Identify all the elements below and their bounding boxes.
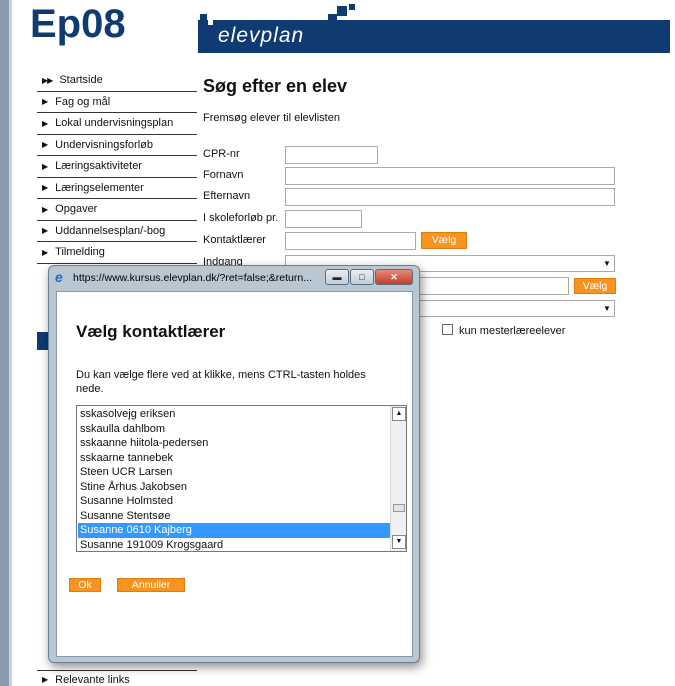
- popup-info-text: Du kan vælge flere ved at klikke, mens C…: [76, 369, 366, 395]
- arrow-icon: ▶: [42, 183, 49, 193]
- left-navigation: ▶▶ Startside ▶ Fag og mål ▶ Lokal undervisn…: [37, 70, 197, 264]
- browser-icon: e: [55, 269, 63, 285]
- close-button[interactable]: ✕: [375, 269, 413, 285]
- kontaktlaerer-label: Kontaktlærer: [203, 234, 266, 246]
- logo-square-5: [328, 14, 337, 23]
- fornavn-label: Fornavn: [203, 169, 244, 181]
- nav-item-opgaver[interactable]: ▶ Opgaver: [37, 199, 197, 221]
- nav-item-label: Undervisningsforløb: [55, 138, 153, 151]
- nav-item-label: Lokal undervisningsplan: [55, 117, 174, 130]
- nav-item-label: Startside: [59, 74, 103, 87]
- kontaktlaerer-input[interactable]: [285, 232, 416, 250]
- nav-item-tilmelding[interactable]: ▶ Tilmelding: [37, 242, 197, 264]
- list-item[interactable]: Susanne Holmsted: [78, 494, 390, 509]
- left-decorative-strip-inner: [9, 0, 12, 686]
- page-subtitle: Fremsøg elever til elevlisten: [203, 112, 340, 124]
- nav-item-fag-og-maal[interactable]: ▶ Fag og mål: [37, 92, 197, 113]
- nav-item-label: Relevante links: [55, 673, 130, 686]
- popup-content: Vælg kontaktlærer Du kan vælge flere ved…: [56, 291, 413, 657]
- list-item[interactable]: sskaulla dahlbom: [78, 422, 390, 437]
- kontaktlaerer-vaelg-button[interactable]: Vælg: [421, 232, 467, 249]
- arrow-icon: ▶: [42, 118, 49, 128]
- skoleforloeb-label: I skoleforløb pr.: [203, 212, 279, 224]
- list-item[interactable]: Stine Århus Jakobsen: [78, 480, 390, 495]
- efternavn-label: Efternavn: [203, 190, 251, 202]
- arrow-icon: ▶: [42, 226, 49, 236]
- cancel-button[interactable]: Annuller: [117, 578, 185, 592]
- mesterlaere-label: kun mesterlæreelever: [459, 325, 566, 337]
- ok-button[interactable]: Ok: [69, 578, 101, 592]
- nav-item-laeringselementer[interactable]: ▶ Læringselementer: [37, 178, 197, 199]
- dropdown-arrow-icon: ▼: [603, 259, 611, 268]
- nav-item-lokal-undervisningsplan[interactable]: ▶ Lokal undervisningsplan: [37, 113, 197, 135]
- fornavn-input[interactable]: [285, 167, 615, 185]
- popup-titlebar[interactable]: e https://www.kursus.elevplan.dk/?ret=fa…: [49, 266, 419, 290]
- arrow-icon: ▶: [42, 247, 49, 257]
- listbox-scrollbar[interactable]: ▲ ▼: [390, 406, 406, 551]
- left-decorative-strip: [0, 0, 9, 686]
- list-item-selected[interactable]: Susanne 0610 Kajberg: [78, 523, 390, 538]
- mesterlaere-checkbox[interactable]: [442, 324, 453, 335]
- nav-item-label: Læringselementer: [55, 181, 144, 194]
- logo-square-3: [337, 6, 347, 16]
- arrow-icon: ▶: [42, 140, 49, 150]
- logo-square-2: [208, 20, 213, 25]
- site-title: Ep08: [30, 2, 126, 46]
- arrow-icon: ▶: [42, 675, 49, 684]
- popup-heading: Vælg kontaktlærer: [76, 322, 226, 341]
- teacher-listbox[interactable]: sskasolvejg eriksen sskaulla dahlbom ssk…: [76, 405, 407, 552]
- nav-item-label: Fag og mål: [55, 95, 111, 108]
- nav-item-label: Opgaver: [55, 203, 98, 216]
- cpr-label: CPR-nr: [203, 148, 240, 160]
- elevplan-logo-text: elevplan: [218, 24, 305, 47]
- nav-item-laeringsaktiviteter[interactable]: ▶ Læringsaktiviteter: [37, 156, 197, 178]
- list-item[interactable]: Susanne 191009 Krogsgaard: [78, 538, 390, 552]
- dropdown-arrow-icon: ▼: [603, 304, 611, 313]
- logo-square-4: [349, 4, 355, 10]
- nav-item-uddannelsesplan[interactable]: ▶ Uddannelsesplan/-bog: [37, 221, 197, 242]
- scroll-down-arrow-icon[interactable]: ▼: [392, 535, 406, 549]
- second-vaelg-button[interactable]: Vælg: [574, 278, 616, 294]
- list-item[interactable]: Susanne Stentsøe: [78, 509, 390, 524]
- list-item[interactable]: sskaarne tannebek: [78, 451, 390, 466]
- nav-item-undervisningsforloeb[interactable]: ▶ Undervisningsforløb: [37, 135, 197, 156]
- double-arrow-icon: ▶▶: [42, 75, 53, 85]
- nav-item-startside[interactable]: ▶▶ Startside: [37, 70, 197, 92]
- nav-item-label: Læringsaktiviteter: [55, 160, 142, 173]
- page-title: Søg efter en elev: [203, 76, 348, 96]
- popup-window-title: https://www.kursus.elevplan.dk/?ret=fals…: [73, 272, 312, 284]
- nav-item-label: Tilmelding: [55, 246, 105, 259]
- minimize-button[interactable]: ▬: [325, 269, 349, 285]
- arrow-icon: ▶: [42, 97, 49, 107]
- maximize-button[interactable]: □: [350, 269, 374, 285]
- arrow-icon: ▶: [42, 204, 49, 214]
- scroll-up-arrow-icon[interactable]: ▲: [392, 407, 406, 421]
- skoleforloeb-input[interactable]: [285, 210, 362, 228]
- nav-item-label: Uddannelsesplan/-bog: [55, 224, 166, 237]
- list-item[interactable]: Steen UCR Larsen: [78, 465, 390, 480]
- choose-teacher-popup-window: e https://www.kursus.elevplan.dk/?ret=fa…: [48, 265, 420, 663]
- arrow-icon: ▶: [42, 161, 49, 171]
- efternavn-input[interactable]: [285, 188, 615, 206]
- logo-square-1: [200, 14, 207, 21]
- cpr-input[interactable]: [285, 146, 378, 164]
- list-item[interactable]: sskaanne hiitola-pedersen: [78, 436, 390, 451]
- nav-item-relevante-links[interactable]: ▶ Relevante links: [37, 670, 197, 686]
- scroll-thumb[interactable]: [393, 504, 405, 512]
- list-item[interactable]: sskasolvejg eriksen: [78, 407, 390, 422]
